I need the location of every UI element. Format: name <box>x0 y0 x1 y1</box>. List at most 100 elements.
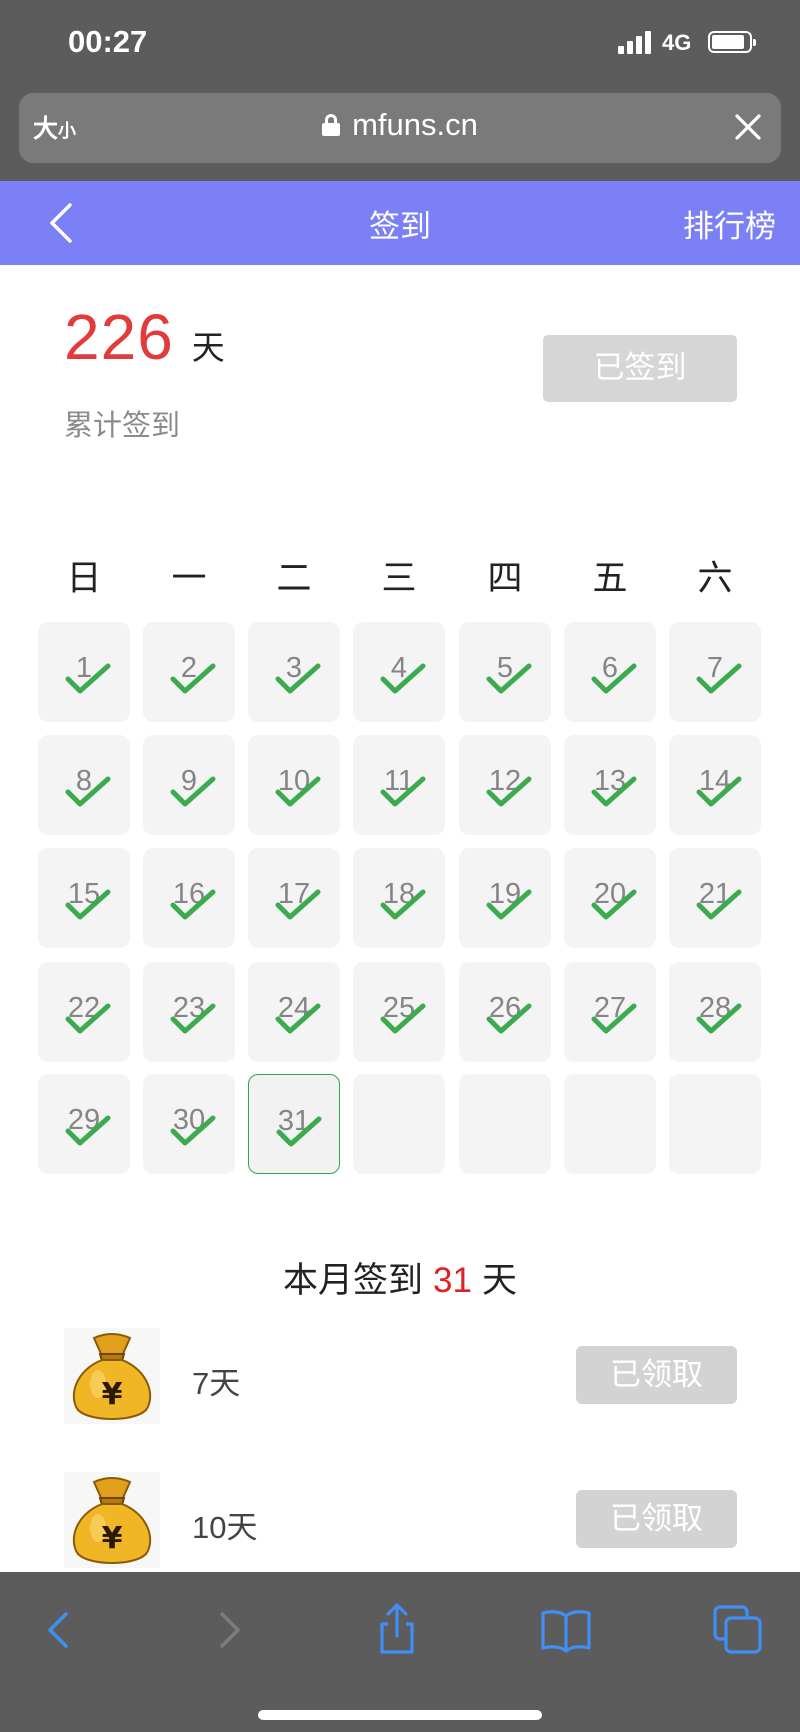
checkmark-icon <box>65 663 111 694</box>
total-checkin-count: 226 天 <box>64 300 225 374</box>
checkmark-icon <box>591 776 637 807</box>
checkmark-icon <box>276 1116 322 1147</box>
calendar-day: 7 <box>669 622 761 722</box>
address-bar[interactable]: 大小 mfuns.cn <box>19 93 781 163</box>
checkmark-icon <box>591 1003 637 1034</box>
back-icon[interactable] <box>28 1600 88 1660</box>
checkmark-icon <box>275 889 321 920</box>
share-icon[interactable] <box>367 1600 427 1660</box>
calendar-empty-cell <box>459 1074 551 1174</box>
calendar-day: 24 <box>248 962 340 1062</box>
month-count: 31 <box>433 1261 472 1300</box>
calendar-day: 10 <box>248 735 340 835</box>
calendar-day: 18 <box>353 848 445 948</box>
checkmark-icon <box>380 776 426 807</box>
page-header: 签到 排行榜 <box>0 181 800 265</box>
claimed-button[interactable]: 已领取 <box>576 1346 737 1404</box>
browser-top-bar: 00:27 4G 大小 mfuns.cn <box>0 0 800 181</box>
calendar-day: 13 <box>564 735 656 835</box>
calendar-day: 3 <box>248 622 340 722</box>
weekday-label: 一 <box>171 559 207 599</box>
checkmark-icon <box>380 663 426 694</box>
reward-days-label: 7天 <box>192 1366 241 1401</box>
checkmark-icon <box>696 663 742 694</box>
checkmark-icon <box>486 1003 532 1034</box>
checkmark-icon <box>170 1115 216 1146</box>
calendar-day: 14 <box>669 735 761 835</box>
money-bag-icon: ¥ <box>64 1328 160 1424</box>
checkmark-icon <box>486 663 532 694</box>
svg-text:¥: ¥ <box>102 1521 123 1556</box>
checkmark-icon <box>696 1003 742 1034</box>
weekday-label: 二 <box>276 559 312 599</box>
calendar-day: 4 <box>353 622 445 722</box>
weekday-label: 六 <box>697 559 733 599</box>
calendar-day: 12 <box>459 735 551 835</box>
checkmark-icon <box>65 776 111 807</box>
tabs-icon[interactable] <box>708 1600 768 1660</box>
checkmark-icon <box>380 889 426 920</box>
checkmark-icon <box>170 776 216 807</box>
calendar-day: 8 <box>38 735 130 835</box>
month-prefix: 本月签到 <box>283 1261 424 1301</box>
calendar-day: 27 <box>564 962 656 1062</box>
calendar-day: 11 <box>353 735 445 835</box>
calendar-day: 6 <box>564 622 656 722</box>
checkmark-icon <box>65 1115 111 1146</box>
calendar-day: 23 <box>143 962 235 1062</box>
checkmark-icon <box>65 1003 111 1034</box>
weekday-label: 四 <box>487 559 523 599</box>
calendar-day: 30 <box>143 1074 235 1174</box>
checkmark-icon <box>486 889 532 920</box>
network-label: 4G <box>662 30 692 55</box>
status-time: 00:27 <box>68 24 148 59</box>
signal-icon <box>618 30 654 54</box>
checkmark-icon <box>170 889 216 920</box>
page-title: 签到 <box>369 209 431 245</box>
checkmark-icon <box>696 889 742 920</box>
month-suffix: 天 <box>481 1261 517 1301</box>
calendar-day: 19 <box>459 848 551 948</box>
battery-icon <box>708 31 756 53</box>
checkmark-icon <box>65 889 111 920</box>
calendar-day: 2 <box>143 622 235 722</box>
claimed-button[interactable]: 已领取 <box>576 1490 737 1548</box>
checkmark-icon <box>275 663 321 694</box>
svg-text:¥: ¥ <box>102 1377 123 1412</box>
leaderboard-link[interactable]: 排行榜 <box>683 201 776 246</box>
reward-days-label: 10天 <box>192 1510 258 1545</box>
checkmark-icon <box>486 776 532 807</box>
checkmark-icon <box>380 1003 426 1034</box>
signed-in-button[interactable]: 已签到 <box>543 335 737 402</box>
reward-row: ¥10天 已领取 <box>0 1472 800 1572</box>
weekday-label: 三 <box>381 559 417 599</box>
reward-row: ¥7天 已领取 <box>0 1328 800 1428</box>
bookmarks-icon[interactable] <box>536 1600 596 1660</box>
calendar-empty-cell <box>353 1074 445 1174</box>
forward-icon[interactable] <box>200 1600 260 1660</box>
checkmark-icon <box>170 1003 216 1034</box>
calendar-day: 22 <box>38 962 130 1062</box>
calendar-day: 20 <box>564 848 656 948</box>
money-bag-icon: ¥ <box>64 1472 160 1568</box>
calendar-day: 15 <box>38 848 130 948</box>
calendar-day: 31 <box>248 1074 340 1174</box>
url-display[interactable]: mfuns.cn <box>19 107 781 143</box>
total-caption: 累计签到 <box>64 408 181 442</box>
calendar-day: 25 <box>353 962 445 1062</box>
calendar-day: 26 <box>459 962 551 1062</box>
calendar-day: 9 <box>143 735 235 835</box>
calendar-day: 29 <box>38 1074 130 1174</box>
weekday-label: 日 <box>66 559 102 599</box>
close-icon[interactable] <box>731 110 765 144</box>
url-domain: mfuns.cn <box>352 107 478 142</box>
checkmark-icon <box>591 663 637 694</box>
checkmark-icon <box>275 1003 321 1034</box>
total-days-number: 226 <box>64 301 174 373</box>
calendar-day: 28 <box>669 962 761 1062</box>
calendar-day: 1 <box>38 622 130 722</box>
calendar-day: 5 <box>459 622 551 722</box>
calendar-day: 16 <box>143 848 235 948</box>
calendar-empty-cell <box>564 1074 656 1174</box>
calendar-day: 17 <box>248 848 340 948</box>
